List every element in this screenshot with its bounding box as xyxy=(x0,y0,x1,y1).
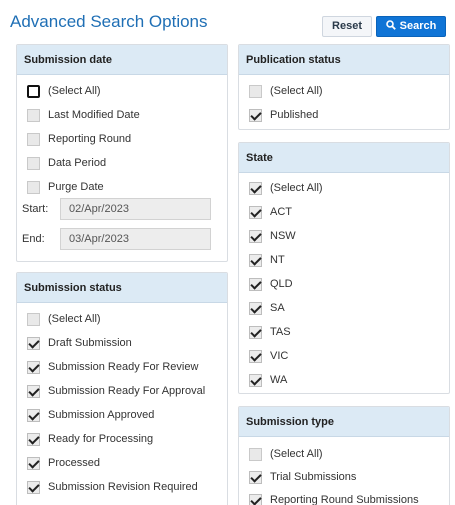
checkbox[interactable] xyxy=(249,373,262,387)
submission-type-panel: Submission type (Select All) Trial Submi… xyxy=(238,406,450,505)
checkbox[interactable] xyxy=(27,180,40,194)
checkbox[interactable] xyxy=(249,325,262,339)
checkbox[interactable] xyxy=(249,84,262,98)
search-button[interactable]: Search xyxy=(376,16,446,37)
checkbox[interactable] xyxy=(27,384,40,398)
submission-status-option[interactable]: Draft Submission xyxy=(27,334,132,352)
submission-type-option[interactable]: Reporting Round Submissions xyxy=(249,491,419,505)
submission-status-option[interactable]: (Select All) xyxy=(27,310,101,328)
submission-status-option[interactable]: Ready for Processing xyxy=(27,430,153,448)
submission-status-option[interactable]: Submission Approved xyxy=(27,406,154,424)
submission-date-option-select-all[interactable]: (Select All) xyxy=(27,82,101,100)
submission-date-option-last-modified[interactable]: Last Modified Date xyxy=(27,106,140,124)
submission-status-option[interactable]: Submission Ready For Review xyxy=(27,358,198,376)
submission-date-panel: Submission date (Select All) Last Modifi… xyxy=(16,44,228,262)
checkbox[interactable] xyxy=(27,432,40,446)
page-title: Advanced Search Options xyxy=(10,12,208,31)
checkbox[interactable] xyxy=(249,108,262,122)
state-heading: State xyxy=(239,143,449,173)
submission-status-heading: Submission status xyxy=(17,273,227,303)
submission-date-option-reporting-round[interactable]: Reporting Round xyxy=(27,130,131,148)
state-option[interactable]: TAS xyxy=(249,323,291,341)
state-option[interactable]: (Select All) xyxy=(249,179,323,197)
state-panel: State (Select All) ACT NSW NT QLD SA TAS… xyxy=(238,142,450,394)
checkbox[interactable] xyxy=(249,447,262,461)
checkbox[interactable] xyxy=(27,336,40,350)
end-date-input[interactable]: 03/Apr/2023 xyxy=(60,228,211,250)
checkbox[interactable] xyxy=(249,301,262,315)
checkbox[interactable] xyxy=(249,253,262,267)
submission-status-option[interactable]: Submission Ready For Approval xyxy=(27,382,205,400)
submission-date-option-data-period[interactable]: Data Period xyxy=(27,154,106,172)
state-option[interactable]: VIC xyxy=(249,347,288,365)
state-option[interactable]: SA xyxy=(249,299,285,317)
checkbox[interactable] xyxy=(249,349,262,363)
checkbox[interactable] xyxy=(27,456,40,470)
submission-status-option[interactable]: Submission Revision Required xyxy=(27,478,198,496)
checkbox[interactable] xyxy=(27,84,40,98)
end-date-label: End: xyxy=(22,233,45,245)
publication-status-heading: Publication status xyxy=(239,45,449,75)
submission-type-heading: Submission type xyxy=(239,407,449,437)
end-date-row: End: 03/Apr/2023 xyxy=(22,228,211,250)
submission-type-option[interactable]: Trial Submissions xyxy=(249,468,356,486)
checkbox[interactable] xyxy=(249,470,262,484)
checkbox[interactable] xyxy=(249,229,262,243)
submission-date-heading: Submission date xyxy=(17,45,227,75)
submission-date-option-purge-date[interactable]: Purge Date xyxy=(27,178,104,196)
publication-status-panel: Publication status (Select All) Publishe… xyxy=(238,44,450,130)
search-icon xyxy=(385,17,396,36)
checkbox[interactable] xyxy=(249,493,262,505)
checkbox[interactable] xyxy=(27,156,40,170)
checkbox[interactable] xyxy=(27,480,40,494)
reset-button[interactable]: Reset xyxy=(322,16,372,37)
checkbox[interactable] xyxy=(27,312,40,326)
submission-status-option[interactable]: Processed xyxy=(27,454,100,472)
checkbox[interactable] xyxy=(27,408,40,422)
state-option[interactable]: NT xyxy=(249,251,285,269)
start-date-row: Start: 02/Apr/2023 xyxy=(22,198,211,220)
checkbox[interactable] xyxy=(249,205,262,219)
page-header: Advanced Search Options Reset Search xyxy=(0,0,455,40)
checkbox[interactable] xyxy=(27,132,40,146)
start-date-input[interactable]: 02/Apr/2023 xyxy=(60,198,211,220)
checkbox[interactable] xyxy=(249,181,262,195)
publication-status-option[interactable]: (Select All) xyxy=(249,82,323,100)
start-date-label: Start: xyxy=(22,203,49,215)
checkbox[interactable] xyxy=(27,108,40,122)
submission-type-option[interactable]: (Select All) xyxy=(249,445,323,463)
search-button-label: Search xyxy=(399,20,437,32)
checkbox[interactable] xyxy=(27,360,40,374)
publication-status-option[interactable]: Published xyxy=(249,106,318,124)
checkbox[interactable] xyxy=(249,277,262,291)
state-option[interactable]: NSW xyxy=(249,227,296,245)
submission-status-panel: Submission status (Select All) Draft Sub… xyxy=(16,272,228,505)
state-option[interactable]: WA xyxy=(249,371,287,389)
state-option[interactable]: QLD xyxy=(249,275,293,293)
state-option[interactable]: ACT xyxy=(249,203,292,221)
